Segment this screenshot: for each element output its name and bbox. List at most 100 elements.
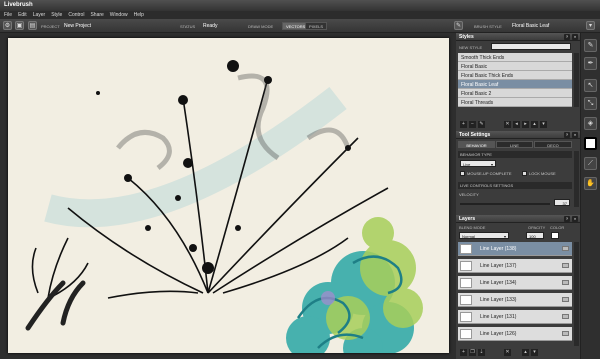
project-name: New Project xyxy=(64,23,91,29)
visibility-icon[interactable] xyxy=(562,263,569,268)
menu-style[interactable]: Style xyxy=(51,12,62,18)
help-icon[interactable]: ? xyxy=(564,34,570,40)
opacity-label: OPACITY xyxy=(528,225,546,230)
move-up-icon[interactable]: ▴ xyxy=(531,121,538,128)
brush-tool-icon[interactable]: ✎ xyxy=(584,39,597,52)
tab-line[interactable]: LINE xyxy=(496,141,533,148)
hand-tool-icon[interactable]: ✋ xyxy=(584,177,597,190)
layers-scrollbar[interactable] xyxy=(574,242,579,346)
layer-name: Line Layer (134) xyxy=(480,280,517,286)
layer-row[interactable]: Line Layer (126) xyxy=(458,327,572,341)
layers-button-row: + ❐ ⇣ ✕ ▴ ▾ xyxy=(458,347,572,357)
velocity-slider[interactable] xyxy=(460,203,550,205)
layer-name: Line Layer (131) xyxy=(480,314,517,320)
list-item[interactable]: Floral Basic xyxy=(458,62,572,71)
draw-mode-label: DRAW MODE xyxy=(248,24,274,29)
brush-icon[interactable]: ✎ xyxy=(454,21,463,30)
delete-layer-icon[interactable]: ✕ xyxy=(504,349,511,356)
merge-layer-icon[interactable]: ⇣ xyxy=(478,349,485,356)
velocity-input[interactable]: 37 xyxy=(554,199,570,206)
menu-layer[interactable]: Layer xyxy=(33,12,46,18)
eyedropper-icon[interactable]: ⟋ xyxy=(584,157,597,170)
layer-color-swatch[interactable] xyxy=(551,232,559,239)
new-style-input[interactable] xyxy=(491,43,571,50)
pixels-mode-button[interactable]: PIXELS xyxy=(305,22,328,30)
layer-name: Line Layer (137) xyxy=(480,263,517,269)
visibility-icon[interactable] xyxy=(562,246,569,251)
close-icon[interactable]: × xyxy=(572,216,578,222)
menu-help[interactable]: Help xyxy=(134,12,144,18)
styles-scrollbar[interactable] xyxy=(574,53,579,107)
tool-settings-scrollbar[interactable] xyxy=(574,151,579,207)
layer-row[interactable]: Line Layer (133) xyxy=(458,293,572,307)
edit-style-icon[interactable]: ✎ xyxy=(478,121,485,128)
list-item-selected[interactable]: Floral Basic Leaf xyxy=(458,80,572,89)
list-item[interactable]: Floral Threads xyxy=(458,98,572,107)
help-icon[interactable]: ? xyxy=(564,132,570,138)
lock-mouse-checkbox[interactable] xyxy=(522,171,527,176)
visibility-icon[interactable] xyxy=(562,297,569,302)
fill-tool-icon[interactable]: ◈ xyxy=(584,117,597,130)
transform-tool-icon[interactable]: ⤡ xyxy=(584,97,597,110)
styles-panel-title: Styles xyxy=(459,34,474,40)
brush-style-value[interactable]: Floral Basic Leaf xyxy=(512,23,549,29)
settings-icon[interactable]: ⚙ xyxy=(3,21,12,30)
menu-share[interactable]: Share xyxy=(90,12,103,18)
visibility-icon[interactable] xyxy=(562,331,569,336)
tab-behavior[interactable]: BEHAVIOR xyxy=(458,141,495,148)
visibility-icon[interactable] xyxy=(562,314,569,319)
tab-deco[interactable]: DECO xyxy=(534,141,572,148)
mouse-up-complete-checkbox[interactable] xyxy=(460,171,465,176)
layer-row[interactable]: Line Layer (137) xyxy=(458,259,572,273)
brush-style-dropdown-icon[interactable]: ▾ xyxy=(586,21,595,30)
folder-icon[interactable]: ▤ xyxy=(28,21,37,30)
menu-file[interactable]: File xyxy=(4,12,12,18)
pen-tool-icon[interactable]: ✒ xyxy=(584,57,597,70)
help-icon[interactable]: ? xyxy=(564,216,570,222)
drawing-canvas[interactable] xyxy=(8,38,449,353)
new-layer-icon[interactable]: + xyxy=(460,349,467,356)
layer-thumbnail xyxy=(460,244,472,254)
layer-thumbnail xyxy=(460,261,472,271)
move-left-icon[interactable]: ◂ xyxy=(513,121,520,128)
menu-edit[interactable]: Edit xyxy=(18,12,27,18)
layers-panel-title: Layers xyxy=(459,216,476,222)
brush-style-label: BRUSH STYLE xyxy=(474,24,502,29)
layer-row-selected[interactable]: Line Layer (138) xyxy=(458,242,572,256)
menu-control[interactable]: Control xyxy=(68,12,84,18)
list-item[interactable]: Floral Basic 2 xyxy=(458,89,572,98)
primary-color-swatch[interactable] xyxy=(584,137,597,150)
tool-settings-title: Tool Settings xyxy=(459,132,491,138)
remove-style-icon[interactable]: − xyxy=(469,121,476,128)
layer-row[interactable]: Line Layer (134) xyxy=(458,276,572,290)
opacity-input[interactable]: 100 xyxy=(526,232,544,239)
top-toolbar: ⚙ ▣ ▤ PROJECT New Project STATUS Ready D… xyxy=(0,19,600,33)
move-right-icon[interactable]: ▸ xyxy=(522,121,529,128)
close-icon[interactable]: × xyxy=(572,34,578,40)
close-icon[interactable]: × xyxy=(572,132,578,138)
side-panels: Styles ? × NEW STYLE Smooth Thick Ends F… xyxy=(456,33,580,359)
add-style-icon[interactable]: + xyxy=(460,121,467,128)
behavior-type-label: BEHAVIOR TYPE xyxy=(458,151,572,158)
status-value: Ready xyxy=(203,23,218,29)
select-tool-icon[interactable]: ↖ xyxy=(584,79,597,92)
visibility-icon[interactable] xyxy=(562,280,569,285)
delete-style-icon[interactable]: ✕ xyxy=(504,121,511,128)
layer-row[interactable]: Line Layer (131) xyxy=(458,310,572,324)
list-item[interactable]: Smooth Thick Ends xyxy=(458,53,572,62)
duplicate-layer-icon[interactable]: ❐ xyxy=(469,349,476,356)
layers-list: Line Layer (138) Line Layer (137) Line L… xyxy=(456,242,580,346)
save-icon[interactable]: ▣ xyxy=(15,21,24,30)
tool-settings-tabs: BEHAVIOR LINE DECO xyxy=(458,141,572,149)
move-down-icon[interactable]: ▾ xyxy=(540,121,547,128)
tool-settings-header: Tool Settings ? × xyxy=(456,131,580,139)
lock-mouse-label: LOCK MOUSE xyxy=(529,171,556,176)
styles-button-row: + − ✎ ✕ ◂ ▸ ▴ ▾ xyxy=(458,119,572,129)
move-up-icon[interactable]: ▴ xyxy=(522,349,529,356)
blend-mode-select[interactable]: Normal ▾ xyxy=(459,232,509,239)
menu-window[interactable]: Window xyxy=(110,12,128,18)
move-down-icon[interactable]: ▾ xyxy=(531,349,538,356)
layer-thumbnail xyxy=(460,329,472,339)
list-item[interactable]: Floral Basic Thick Ends xyxy=(458,71,572,80)
behavior-type-select[interactable]: Live ▾ xyxy=(460,160,496,167)
